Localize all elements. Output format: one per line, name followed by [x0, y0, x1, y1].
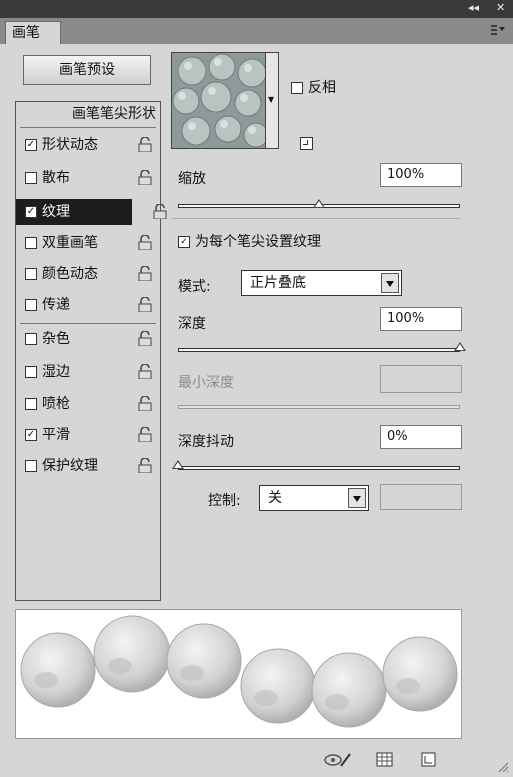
option-label: 平滑 [42, 427, 70, 443]
checkbox[interactable]: ✓ [178, 236, 190, 248]
checkbox[interactable] [25, 268, 37, 280]
depth-slider[interactable] [178, 348, 460, 352]
checkbox[interactable] [25, 299, 37, 311]
control-value: 关 [268, 490, 282, 506]
option-label: 纹理 [42, 204, 70, 220]
lock-icon[interactable] [138, 396, 152, 411]
mode-value: 正片叠底 [250, 275, 306, 291]
divider [20, 127, 156, 128]
option-protect-texture[interactable]: 保护纹理 [16, 453, 160, 479]
min-depth-input[interactable] [380, 365, 462, 393]
lock-icon[interactable] [138, 427, 152, 442]
lock-icon[interactable] [153, 204, 167, 219]
stroke-preview-image [20, 615, 458, 728]
lock-icon[interactable] [138, 331, 152, 346]
texture-each-tip-label: 为每个笔尖设置纹理 [195, 234, 321, 250]
checkbox[interactable] [25, 398, 37, 410]
depth-jitter-label: 深度抖动 [178, 434, 234, 450]
option-noise[interactable]: 杂色 [16, 326, 160, 352]
invert-checkbox[interactable]: 反相 [291, 77, 336, 97]
option-wet-edges[interactable]: 湿边 [16, 359, 160, 385]
panel-menu-icon[interactable] [491, 24, 505, 36]
divider [172, 218, 460, 219]
new-preset-icon[interactable] [300, 137, 313, 150]
scale-label: 缩放 [178, 171, 206, 187]
lock-icon[interactable] [138, 170, 152, 185]
title-bar: ◂◂ ✕ [0, 0, 513, 18]
scale-input[interactable]: 100% [380, 163, 462, 187]
control-label: 控制: [208, 493, 241, 509]
brush-options-list: 画笔笔尖形状 ✓ 形状动态 散布 ✓ 纹理 双重画笔 颜色动态 传递 杂色 湿边 [15, 101, 167, 601]
option-scattering[interactable]: 散布 [16, 165, 160, 191]
lock-icon[interactable] [138, 297, 152, 312]
depth-label: 深度 [178, 316, 206, 332]
option-smoothing[interactable]: ✓ 平滑 [16, 422, 160, 448]
checkbox[interactable]: ✓ [25, 206, 37, 218]
mode-label: 模式: [178, 279, 211, 295]
lock-icon[interactable] [138, 458, 152, 473]
texture-each-tip-checkbox[interactable]: ✓ 为每个笔尖设置纹理 [178, 231, 321, 251]
checkbox[interactable]: ✓ [25, 139, 37, 151]
option-transfer[interactable]: 传递 [16, 292, 160, 318]
triangle-down-icon: ▼ [268, 95, 275, 104]
option-texture[interactable]: ✓ 纹理 [16, 199, 132, 225]
option-label: 散布 [42, 170, 70, 186]
option-label: 湿边 [42, 364, 70, 380]
brush-stroke-preview [15, 609, 462, 739]
depth-jitter-slider[interactable] [178, 466, 460, 470]
create-new-brush-icon[interactable] [420, 750, 438, 770]
control-amount-field[interactable] [380, 484, 462, 510]
texture-dropdown-button[interactable]: ▼ [266, 52, 279, 149]
option-label: 双重画笔 [42, 235, 98, 251]
control-select[interactable]: 关 [259, 485, 369, 511]
dropdown-arrow-icon[interactable] [381, 273, 399, 293]
mode-select[interactable]: 正片叠底 [241, 270, 402, 296]
dropdown-arrow-icon[interactable] [348, 488, 366, 508]
checkbox[interactable] [25, 366, 37, 378]
divider [20, 323, 156, 324]
option-label: 杂色 [42, 331, 70, 347]
texture-swatch[interactable] [171, 52, 266, 149]
option-dual-brush[interactable]: 双重画笔 [16, 230, 160, 256]
grid-icon[interactable] [376, 750, 394, 770]
min-depth-slider[interactable] [178, 405, 460, 409]
option-label: 传递 [42, 297, 70, 313]
checkbox[interactable] [25, 237, 37, 249]
min-depth-label: 最小深度 [178, 375, 234, 391]
option-shape-dynamics[interactable]: ✓ 形状动态 [16, 132, 160, 158]
depth-jitter-input[interactable]: 0% [380, 425, 462, 449]
resize-grip-icon[interactable] [497, 761, 509, 773]
tab-row: 画笔 [0, 18, 513, 44]
depth-input[interactable]: 100% [380, 307, 462, 331]
toggle-brush-preview-icon[interactable] [323, 750, 353, 770]
invert-label: 反相 [308, 80, 336, 96]
lock-icon[interactable] [138, 137, 152, 152]
option-label: 保护纹理 [42, 458, 98, 474]
tab-brush[interactable]: 画笔 [5, 21, 61, 44]
collapse-icon[interactable]: ◂◂ [468, 1, 479, 14]
depth-jitter-slider-thumb[interactable] [172, 460, 184, 469]
option-color-dynamics[interactable]: 颜色动态 [16, 261, 160, 287]
checkbox[interactable] [25, 172, 37, 184]
option-label: 喷枪 [42, 396, 70, 412]
lock-icon[interactable] [138, 235, 152, 250]
depth-slider-thumb[interactable] [454, 342, 466, 351]
brush-tip-shape-item[interactable]: 画笔笔尖形状 [16, 102, 160, 127]
option-airbrush[interactable]: 喷枪 [16, 391, 160, 417]
option-label: 颜色动态 [42, 266, 98, 282]
checkbox[interactable] [25, 460, 37, 472]
close-icon[interactable]: ✕ [496, 1, 505, 14]
checkbox[interactable] [25, 333, 37, 345]
checkbox[interactable] [291, 82, 303, 94]
texture-pattern-icon [172, 53, 265, 148]
checkbox[interactable]: ✓ [25, 429, 37, 441]
brush-presets-button[interactable]: 画笔预设 [23, 55, 151, 85]
lock-icon[interactable] [138, 266, 152, 281]
scale-slider-thumb[interactable] [313, 199, 325, 208]
option-label: 形状动态 [42, 137, 98, 153]
lock-icon[interactable] [138, 364, 152, 379]
